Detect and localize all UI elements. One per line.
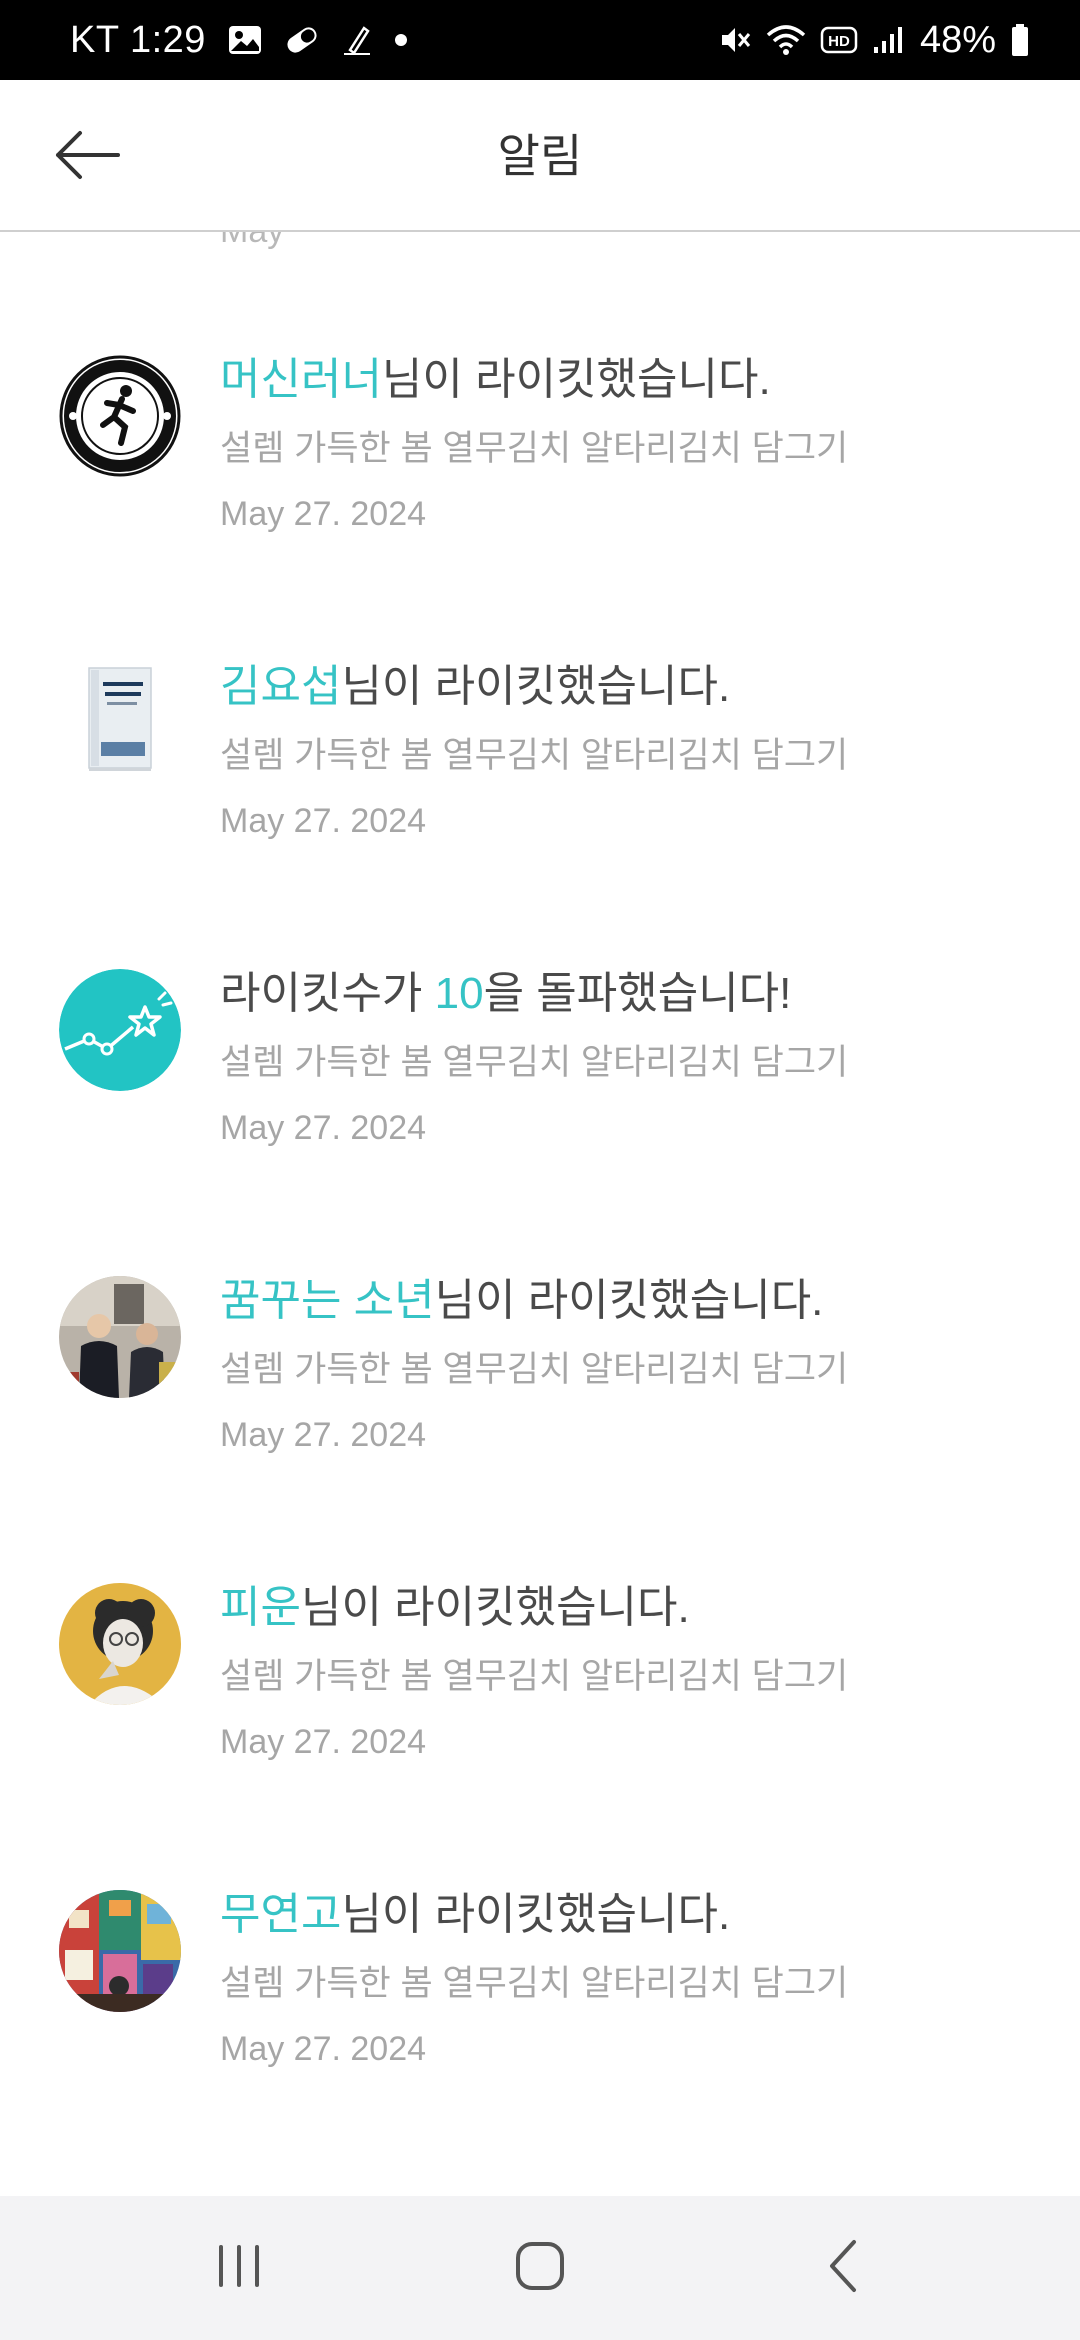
message-text: 을 돌파했습니다! — [483, 969, 792, 1018]
avatar-photo-people[interactable] — [59, 1276, 181, 1398]
notification-date: May 27. 2024 — [220, 1109, 427, 1147]
battery-icon — [1010, 23, 1030, 57]
notification-list[interactable]: May 머신러너님이 라이킷했습니다. 설렘 가득한 봄 열무김치 알타리김치 … — [0, 232, 1080, 2192]
carrier-label: KT — [70, 18, 119, 61]
article-title[interactable]: 설렘 가득한 봄 열무김치 알타리김치 담그기 — [220, 1341, 848, 1392]
recents-icon — [214, 2241, 264, 2296]
avatar-illustration[interactable] — [59, 1890, 181, 2012]
milestone-count: 10 — [434, 969, 484, 1018]
mute-icon — [718, 23, 752, 57]
battery-percent: 48% — [919, 18, 996, 61]
avatar-machine-runner[interactable] — [59, 355, 181, 477]
notification-date: May 27. 2024 — [220, 1416, 427, 1454]
notification-item[interactable]: 머신러너님이 라이킷했습니다. 설렘 가득한 봄 열무김치 알타리김치 담그기 … — [0, 355, 1080, 615]
status-time: KT 1:29 — [70, 19, 206, 62]
notification-message: 라이킷수가 10을 돌파했습니다! — [220, 957, 791, 1021]
notification-date: May 27. 2024 — [220, 495, 427, 533]
notification-message: 머신러너님이 라이킷했습니다. — [220, 343, 771, 407]
status-right: HD 48% — [718, 0, 1030, 80]
notification-date: May 27. 2024 — [220, 802, 427, 840]
status-left: KT 1:29 — [70, 0, 408, 80]
partial-item-text: May — [220, 232, 284, 251]
avatar-portrait[interactable] — [59, 1583, 181, 1705]
status-bar: KT 1:29 HD 48% — [0, 0, 1080, 80]
hd-icon: HD — [820, 25, 858, 55]
article-title[interactable]: 설렘 가득한 봄 열무김치 알타리김치 담그기 — [220, 420, 848, 471]
notification-item[interactable]: 꿈꾸는 소년님이 라이킷했습니다. 설렘 가득한 봄 열무김치 알타리김치 담그… — [0, 1276, 1080, 1536]
message-prefix: 라이킷수가 — [220, 969, 435, 1018]
avatar-book-cover[interactable] — [59, 662, 181, 784]
message-text: 님이 라이킷했습니다. — [341, 662, 731, 711]
notification-message: 김요섭님이 라이킷했습니다. — [220, 650, 730, 714]
recents-button[interactable] — [179, 2226, 299, 2310]
message-text: 님이 라이킷했습니다. — [434, 1276, 824, 1325]
nav-back-button[interactable] — [784, 2226, 904, 2310]
username-highlight[interactable]: 피운 — [220, 1583, 301, 1632]
image-icon — [228, 25, 262, 55]
app-bar: 알림 — [0, 80, 1080, 232]
notification-item[interactable]: 피운님이 라이킷했습니다. 설렘 가득한 봄 열무김치 알타리김치 담그기 Ma… — [0, 1583, 1080, 1843]
back-icon — [824, 2238, 864, 2299]
notification-message: 피운님이 라이킷했습니다. — [220, 1571, 690, 1635]
notification-item[interactable]: 무연고님이 라이킷했습니다. 설렘 가득한 봄 열무김치 알타리김치 담그기 M… — [0, 1890, 1080, 2150]
message-text: 님이 라이킷했습니다. — [300, 1583, 690, 1632]
time-label: 1:29 — [129, 18, 206, 61]
notification-message: 꿈꾸는 소년님이 라이킷했습니다. — [220, 1264, 823, 1328]
notification-date: May 27. 2024 — [220, 2030, 427, 2068]
notification-message: 무연고님이 라이킷했습니다. — [220, 1878, 730, 1942]
username-highlight[interactable]: 머신러너 — [220, 355, 382, 404]
notification-date: May 27. 2024 — [220, 1723, 427, 1761]
milestone-star-icon — [59, 969, 181, 1091]
home-button[interactable] — [480, 2226, 600, 2310]
home-icon — [514, 2240, 566, 2297]
article-title[interactable]: 설렘 가득한 봄 열무김치 알타리김치 담그기 — [220, 1648, 848, 1699]
message-text: 님이 라이킷했습니다. — [341, 1890, 731, 1939]
username-highlight[interactable]: 꿈꾸는 소년 — [220, 1276, 435, 1325]
notification-item[interactable]: 김요섭님이 라이킷했습니다. 설렘 가득한 봄 열무김치 알타리김치 담그기 M… — [0, 662, 1080, 922]
signal-icon — [872, 25, 906, 55]
notification-item[interactable]: 라이킷수가 10을 돌파했습니다! 설렘 가득한 봄 열무김치 알타리김치 담그… — [0, 969, 1080, 1229]
username-highlight[interactable]: 김요섭 — [220, 662, 341, 711]
dot-icon — [394, 33, 408, 47]
wifi-icon — [766, 23, 806, 57]
system-nav-bar — [0, 2196, 1080, 2340]
pill-icon — [284, 25, 320, 55]
username-highlight[interactable]: 무연고 — [220, 1890, 341, 1939]
svg-text:HD: HD — [828, 33, 850, 50]
article-title[interactable]: 설렘 가득한 봄 열무김치 알타리김치 담그기 — [220, 727, 848, 778]
message-text: 님이 라이킷했습니다. — [381, 355, 771, 404]
page-title: 알림 — [497, 130, 583, 182]
article-title[interactable]: 설렘 가득한 봄 열무김치 알타리김치 담그기 — [220, 1034, 848, 1085]
article-title[interactable]: 설렘 가득한 봄 열무김치 알타리김치 담그기 — [220, 1955, 848, 2006]
pen-icon — [342, 24, 372, 56]
